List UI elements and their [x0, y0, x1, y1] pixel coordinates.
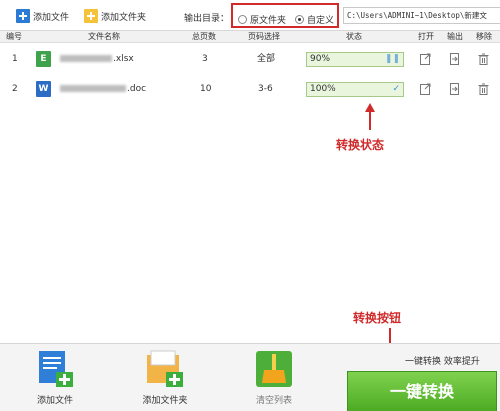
status-progress: 100% ✓	[306, 82, 404, 97]
col-name: 文件名称	[88, 32, 120, 41]
page-count: 3	[202, 54, 208, 64]
add-file-button[interactable]: 添加文件	[16, 8, 69, 24]
radio-custom-dot	[295, 15, 304, 24]
output-dir-radio-group: 原文件夹 自定义	[231, 3, 339, 28]
file-name-ext: .doc	[127, 84, 147, 94]
open-icon[interactable]	[420, 53, 431, 65]
add-folder-icon	[146, 350, 184, 388]
status-annotation: 转换状态	[336, 138, 385, 152]
table-row[interactable]: 1 E .xlsx 3 全部 90% ❚❚	[0, 44, 500, 74]
table-row[interactable]: 2 W .doc 10 3-6 100% ✓	[0, 74, 500, 104]
radio-original-folder[interactable]: 原文件夹	[238, 13, 286, 26]
output-path-field[interactable]: C:\Users\ADMINI~1\Desktop\新建文	[343, 7, 500, 24]
trash-icon[interactable]	[478, 53, 489, 65]
output-dir-label: 输出目录：	[184, 14, 230, 24]
file-name-ext: .xlsx	[113, 54, 134, 64]
file-name: .xlsx	[60, 44, 134, 74]
toolbar: 添加文件 添加文件夹 输出目录： 原文件夹 自定义 C:\Users\ADMIN…	[0, 0, 500, 31]
bottom-add-folder-label: 添加文件夹	[142, 396, 188, 406]
status-progress: 90% ❚❚	[306, 52, 404, 67]
add-folder-button[interactable]: 添加文件夹	[84, 8, 146, 24]
excel-file-icon: E	[36, 51, 51, 67]
blurred-name	[60, 85, 126, 92]
col-open: 打开	[418, 32, 434, 41]
col-status: 状态	[346, 32, 362, 41]
col-remove: 移除	[476, 32, 492, 41]
page-count: 10	[200, 84, 212, 94]
status-text: 100%	[310, 84, 336, 94]
row-num: 1	[12, 54, 18, 64]
col-pages: 总页数	[192, 32, 216, 41]
bottom-add-file-label: 添加文件	[36, 396, 73, 406]
bottom-add-file-button[interactable]: 添加文件	[15, 350, 95, 406]
add-file-label: 添加文件	[33, 12, 70, 23]
col-output: 输出	[447, 32, 463, 41]
col-num: 编号	[6, 32, 22, 41]
file-name: .doc	[60, 74, 146, 104]
trash-icon[interactable]	[478, 83, 489, 95]
add-file-icon	[36, 350, 74, 388]
clear-list-label: 清空列表	[255, 396, 292, 406]
output-folder-icon[interactable]	[449, 53, 460, 65]
bottom-add-folder-button[interactable]: 添加文件夹	[125, 350, 205, 406]
convert-hint: 一键转换 效率提升	[405, 357, 480, 367]
checkmark-icon: ✓	[392, 84, 400, 94]
page-range[interactable]: 3-6	[258, 74, 273, 104]
add-file-icon	[16, 9, 30, 23]
broom-icon	[255, 350, 293, 388]
status-arrow-shaft	[369, 111, 371, 130]
radio-custom-label: 自定义	[307, 16, 335, 26]
radio-original-label: 原文件夹	[250, 16, 287, 26]
page-range[interactable]: 全部	[257, 44, 275, 74]
pause-icon[interactable]: ❚❚	[385, 53, 400, 66]
convert-annotation: 转换按钮	[353, 311, 402, 325]
radio-custom[interactable]: 自定义	[295, 13, 334, 26]
clear-list-button[interactable]: 清空列表	[234, 350, 314, 406]
radio-original-dot	[238, 15, 247, 24]
status-text: 90%	[310, 54, 331, 64]
word-file-icon: W	[36, 81, 51, 97]
bottom-bar: 添加文件 添加文件夹 清空列表 一键转换 效率提升 一键转换	[0, 343, 500, 411]
add-folder-icon	[84, 9, 98, 23]
row-num: 2	[12, 84, 18, 94]
open-icon[interactable]	[420, 83, 431, 95]
col-range: 页码选择	[248, 32, 280, 41]
add-folder-label: 添加文件夹	[101, 12, 147, 23]
blurred-name	[60, 55, 112, 62]
convert-button[interactable]: 一键转换	[347, 371, 497, 411]
output-folder-icon[interactable]	[449, 83, 460, 95]
table-header: 编号 文件名称 总页数 页码选择 状态 打开 输出 移除	[0, 31, 500, 43]
